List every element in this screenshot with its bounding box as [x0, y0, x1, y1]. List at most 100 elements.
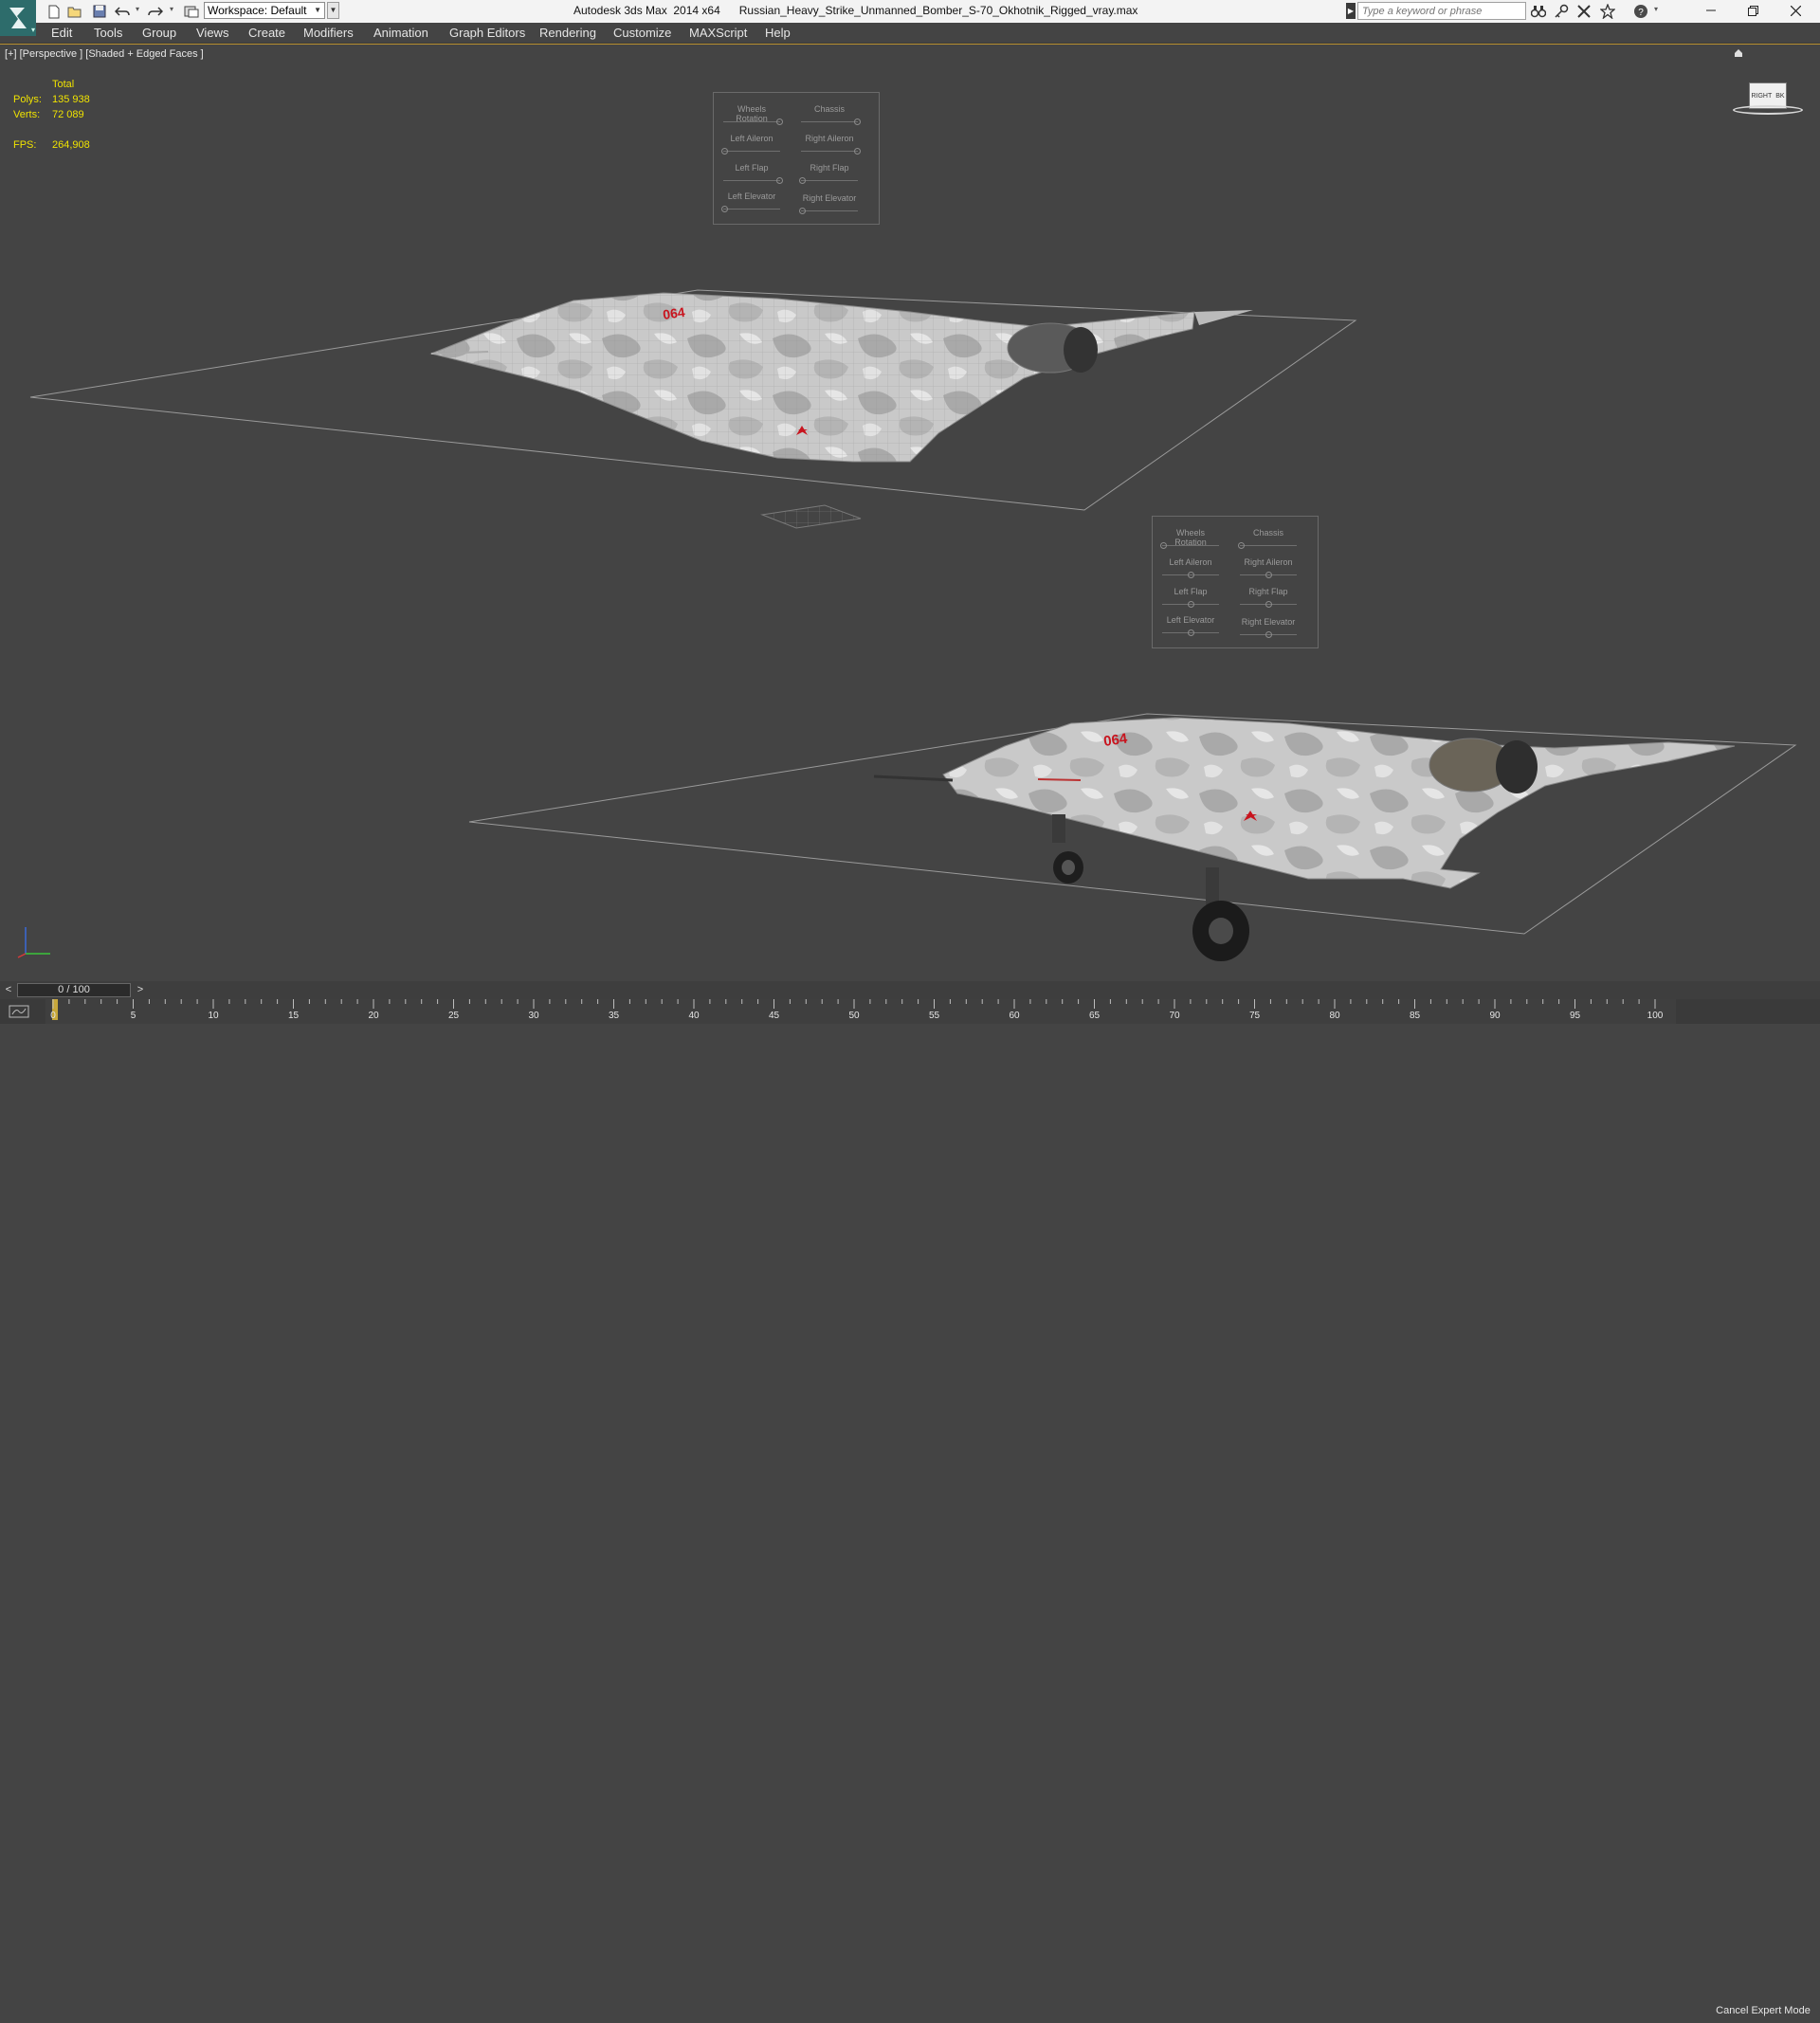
open-file-icon[interactable] [66, 3, 83, 20]
aircraft-upper-model: 064 [429, 292, 1253, 529]
right-elevator-label: Right Elevator [802, 193, 857, 203]
viewport-statistics: Total Polys: 135 938 Verts: 72 089 FPS: 264… [13, 77, 90, 153]
title-bar: ▾ ▾ ▾ Workspace: Default ▼ ▼ Autodesk 3d… [0, 0, 1820, 36]
key-icon[interactable] [1553, 3, 1570, 20]
track-bar-tick-label: 35 [608, 1011, 620, 1021]
left-aileron-label: Left Aileron [1169, 557, 1212, 567]
chassis-slider[interactable] [1238, 542, 1245, 549]
track-bar-tick-label: 40 [688, 1011, 700, 1021]
verts-value: 72 089 [52, 109, 84, 120]
aircraft-marking-upper: 064 [662, 304, 686, 322]
menu-group[interactable]: Group [142, 26, 176, 40]
save-icon[interactable] [91, 3, 108, 20]
left-aileron-slider[interactable] [721, 148, 728, 155]
menu-rendering[interactable]: Rendering [539, 26, 596, 40]
star-icon[interactable] [1599, 3, 1616, 20]
right-flap-slider[interactable] [1265, 601, 1272, 608]
right-elevator-slider[interactable] [799, 208, 806, 214]
redo-dropdown-icon[interactable]: ▾ [170, 5, 173, 13]
new-file-icon[interactable] [46, 3, 63, 20]
search-expand-button[interactable]: ▶ [1346, 3, 1356, 19]
track-bar-tick-label: 20 [368, 1011, 379, 1021]
menu-views[interactable]: Views [196, 26, 228, 40]
workspace-dropdown[interactable]: Workspace: Default ▼ [204, 2, 325, 19]
track-bar[interactable]: 0 5 10 15 20 25 30 35 40 45 50 55 60 65 70 75 80 85 90 95 10… [46, 999, 1676, 1024]
previous-frame-button[interactable]: < [2, 982, 15, 997]
track-bar-tick-label: 50 [848, 1011, 860, 1021]
file-title: Russian_Heavy_Strike_Unmanned_Bomber_S-7… [738, 4, 1138, 17]
wheels-rotation-slider[interactable] [776, 118, 783, 125]
track-bar-tick-label: 100 [1647, 1011, 1664, 1021]
minimize-button[interactable] [1689, 0, 1732, 21]
next-frame-button[interactable]: > [134, 982, 147, 997]
undo-icon[interactable] [114, 3, 131, 20]
window-title: Autodesk 3ds Max 2014 x64 Russian_Heavy_S… [573, 4, 1156, 17]
menu-modifiers[interactable]: Modifiers [303, 26, 354, 40]
time-slider-handle[interactable]: 0 / 100 [17, 983, 131, 997]
menu-edit[interactable]: Edit [51, 26, 72, 40]
left-flap-label: Left Flap [1174, 587, 1208, 596]
track-bar-tick-label: 65 [1088, 1011, 1101, 1021]
search-input[interactable] [1357, 2, 1526, 20]
chassis-slider[interactable] [854, 118, 861, 125]
minimize-icon [1705, 9, 1716, 11]
menu-create[interactable]: Create [248, 26, 285, 40]
redo-icon[interactable] [147, 3, 164, 20]
aircraft-lower-model: 064 [873, 717, 1736, 961]
wheels-rotation-slider[interactable] [1160, 542, 1167, 549]
right-aileron-slider[interactable] [854, 148, 861, 155]
help-icon[interactable]: ? [1632, 3, 1649, 20]
menu-graph-editors[interactable]: Graph Editors [449, 26, 525, 40]
rig-control-panel-lower[interactable]: Wheels Rotation Chassis Left Aileron Rig… [1152, 516, 1319, 648]
menu-tools[interactable]: Tools [94, 26, 122, 40]
axis-tripod-icon [17, 927, 50, 958]
app-logo-icon [9, 8, 27, 28]
restore-button[interactable] [1732, 0, 1774, 21]
viewcube-compass-ring[interactable] [1733, 105, 1803, 115]
track-bar-tick-label: 25 [447, 1011, 460, 1021]
chassis-label: Chassis [1252, 528, 1283, 538]
workspace-options-button[interactable]: ▼ [327, 2, 339, 19]
menu-animation[interactable]: Animation [373, 26, 428, 40]
right-flap-label: Right Flap [810, 163, 849, 173]
viewport-label[interactable]: [+] [Perspective ] [Shaded + Edged Faces… [5, 48, 204, 60]
track-bar-tick-label: 30 [528, 1011, 539, 1021]
undo-dropdown-icon[interactable]: ▾ [136, 5, 139, 13]
crossed-tools-icon[interactable] [1575, 3, 1592, 20]
menu-customize[interactable]: Customize [613, 26, 671, 40]
right-flap-slider[interactable] [799, 177, 806, 184]
right-aileron-slider[interactable] [1265, 572, 1272, 578]
menu-maxscript[interactable]: MAXScript [689, 26, 747, 40]
right-elevator-slider[interactable] [1265, 631, 1272, 638]
workspace-value: Workspace: Default [208, 4, 307, 17]
rig-control-panel-upper[interactable]: Wheels Rotation Chassis Left Aileron Rig… [713, 92, 880, 225]
close-button[interactable] [1774, 0, 1817, 21]
viewcube[interactable]: RIGHT BK [1733, 73, 1809, 120]
cancel-expert-mode-button[interactable]: Cancel Expert Mode [1706, 1998, 1820, 2023]
app-menu-button[interactable]: ▾ [0, 0, 36, 36]
chevron-down-icon: ▼ [314, 6, 321, 14]
home-icon[interactable] [1734, 48, 1743, 58]
app-title: Autodesk 3ds Max 2014 x64 [573, 4, 720, 17]
menu-help[interactable]: Help [765, 26, 791, 40]
binoculars-icon[interactable] [1530, 3, 1547, 20]
left-elevator-slider[interactable] [721, 206, 728, 212]
perspective-viewport[interactable]: 064 064 [+] [Perspective ] [Shaded + Edg… [0, 44, 1820, 981]
left-elevator-slider[interactable] [1188, 629, 1194, 636]
track-bar-tick-label: 0 [50, 1011, 56, 1021]
left-flap-slider[interactable] [1188, 601, 1194, 608]
mini-curve-editor-icon[interactable] [9, 1004, 29, 1019]
left-flap-slider[interactable] [776, 177, 783, 184]
help-dropdown-icon[interactable]: ▾ [1654, 5, 1658, 13]
project-folder-icon[interactable] [183, 3, 200, 20]
wheels-rotation-label: Wheels Rotation [1174, 528, 1207, 547]
stats-header: Total [52, 79, 75, 90]
aircraft-marking-lower: 064 [1102, 731, 1129, 750]
chassis-label: Chassis [813, 104, 845, 114]
left-elevator-label: Left Elevator [727, 191, 776, 201]
left-aileron-slider[interactable] [1188, 572, 1194, 578]
verts-label: Verts: [13, 109, 41, 120]
track-bar-tick-label: 85 [1409, 1011, 1421, 1021]
left-flap-label: Left Flap [735, 163, 769, 173]
track-bar-ticks [52, 999, 1656, 1009]
